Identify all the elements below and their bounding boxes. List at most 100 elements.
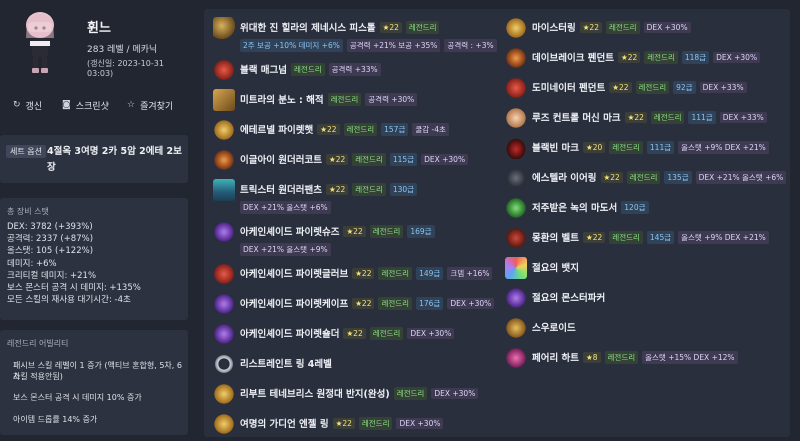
refresh-button[interactable]: ↻ 갱신 [13,96,42,114]
star-icon: ☆ [127,100,136,110]
set-effect-text: 4절옥 3여명 2카 5암 2에테 2보장 [47,146,182,173]
emblem-icon [213,89,235,111]
total-stats-lines: DEX: 3782 (+393%) 공격력: 2337 (+87%) 올스탯: … [7,221,141,306]
option-badge: DEX +30% [431,387,479,399]
favorite-label: 즐겨찾기 [140,101,174,112]
star-force-badge: ★22 [325,153,349,165]
equipment-item[interactable]: 몽환의 벨트 ★22 레전드리 145급 올스탯 +9% DEX +21% [505,227,790,251]
equipment-item[interactable]: 여명의 가디언 엔젤 링 ★22 레전드리 DEX +30% [213,413,503,437]
equipment-item[interactable]: 미트라의 분노 : 해적 레전드리 공격력 +30% [213,89,503,113]
coat-icon [213,149,235,171]
legendary-option: 아이템 드롭률 14% 증가 [13,415,98,424]
potential-grade-badge: 레전드리 [378,266,413,280]
item-name: 스우로이드 [532,323,576,334]
equipment-item[interactable]: 도미네이터 펜던트 ★22 레전드리 92급 DEX +33% [505,77,790,101]
grade-badge: 135급 [664,170,692,184]
equipment-item[interactable]: 절요의 뱃지 [505,257,790,281]
item-name: 절요의 뱃지 [532,263,580,274]
star-force-badge: ★8 [583,351,601,363]
item-name: 리스트레인트 링 4레벨 [240,359,332,370]
potential-grade-badge: 레전드리 [378,296,413,310]
equipment-item[interactable]: 아케인셰이드 파이렛글러브 ★22 레전드리 149급 크뎀 +16% [213,263,503,287]
potential-grade-badge: 레전드리 [352,152,386,166]
equipment-item[interactable]: 에스텔라 이어링 ★22 레전드리 135급 DEX +21% 올스탯 +6% [505,167,790,191]
star-force-badge: ★22 [579,21,602,33]
star-force-badge: ★22 [583,231,606,243]
potential-grade-badge: 레전드리 [650,110,685,124]
equipment-item[interactable]: 스우로이드 [505,317,790,341]
pants-icon [213,179,235,201]
item-name: 리부트 테네브리스 원정대 반지(완성) [240,389,390,400]
item-name: 여명의 가디언 엔젤 링 [240,419,329,430]
equipment-item[interactable]: 절요의 몬스터파커 [505,287,790,311]
equipment-item[interactable]: 블랙 매그넘 레전드리 공격력 +33% [213,59,503,83]
equipment-list-panel: 위대한 진 힐라의 제네시스 피스톨 ★22 레전드리 2주 보공 +10% 데… [204,9,790,437]
glove-icon [213,263,235,285]
potential-grade-badge: 레전드리 [352,182,386,196]
option-badge: 공격력 +33% [328,62,381,76]
item-name: 데이브레이크 펜던트 [532,53,614,64]
potential-grade-badge: 레전드리 [605,20,640,34]
grade-badge: 118급 [681,50,710,64]
item-name: 에테르넬 파이렛햇 [240,125,314,136]
option-badge: 올스탯 +9% DEX +21% [678,230,769,244]
equipment-item[interactable]: 마이스터링 ★22 레전드리 DEX +30% [505,17,790,41]
equipment-item[interactable]: 리스트레인트 링 4레벨 [213,353,503,377]
parka-icon [505,287,527,309]
equipment-item[interactable]: 아케인셰이드 파이렛숄더 ★22 레전드리 DEX +30% [213,323,503,347]
option-badge: DEX +30% [713,51,761,63]
equipment-item[interactable]: 에테르넬 파이렛햇 ★22 레전드리 157급 쿨감 -4초 [213,119,503,143]
grade-badge: 176급 [416,296,444,310]
grade-badge: 111급 [688,110,716,124]
screenshot-button[interactable]: ◙ 스크린샷 [62,96,109,114]
item-name: 트릭스터 원더러팬츠 [240,185,322,196]
potential-grade-badge: 레전드리 [644,50,678,64]
item-name: 절요의 몬스터파커 [532,293,606,304]
meister-ring-icon [505,17,527,39]
equipment-item[interactable]: 트릭스터 원더러팬츠 ★22 레전드리 130급 DEX +21% 올스탯 +6… [213,179,503,223]
equipment-item[interactable]: 아케인셰이드 파이렛슈즈 ★22 레전드리 169급 DEX +21% 올스탯 … [213,221,503,265]
cape-icon [213,293,235,315]
item-name: 블랙 매그넘 [240,65,288,76]
grade-badge: 149급 [416,266,444,280]
item-name: 위대한 진 힐라의 제네시스 피스톨 [240,23,376,34]
angel-ring-icon [213,413,235,435]
equipment-item[interactable]: 저주받은 녹의 마도서 120급 [505,197,790,221]
star-force-badge: ★22 [343,327,366,339]
equipment-item[interactable]: 리부트 테네브리스 원정대 반지(완성) 레전드리 DEX +30% [213,383,503,407]
potential-grade-badge: 레전드리 [635,80,670,94]
equipment-item[interactable]: 루즈 컨트롤 머신 마크 ★22 레전드리 111급 DEX +33% [505,107,790,131]
grimoire-icon [505,197,527,219]
grade-badge: 120급 [621,200,649,214]
character-level-class: 283 레벨 / 메카닉 [87,45,158,55]
star-force-badge: ★22 [379,21,402,33]
character-profile: 휜느 283 레벨 / 메카닉 (갱신일: 2023-10-31 03:03) [0,0,190,92]
option-badge: DEX +30% [447,297,495,309]
magnum-icon [213,59,235,81]
equipment-item[interactable]: 위대한 진 힐라의 제네시스 피스톨 ★22 레전드리 2주 보공 +10% 데… [213,17,503,61]
equipment-item[interactable]: 페어리 하트 ★8 레전드리 올스탯 +15% DEX +12% [505,347,790,371]
item-name: 도미네이터 펜던트 [532,83,606,94]
character-sidebar: 휜느 283 레벨 / 메카닉 (갱신일: 2023-10-31 03:03) … [0,0,190,441]
camera-icon: ◙ [62,100,71,110]
item-name: 에스텔라 이어링 [532,173,597,184]
item-name: 블랙빈 마크 [532,143,580,154]
star-force-badge: ★22 [617,51,641,63]
option-badge: DEX +30% [396,417,444,429]
option-badge: 올스탯 +9% DEX +21% [678,140,769,154]
equipment-item[interactable]: 데이브레이크 펜던트 ★22 레전드리 118급 DEX +30% [505,47,790,71]
item-name: 마이스터링 [532,23,576,34]
equipment-item[interactable]: 블랙빈 마크 ★20 레전드리 111급 올스탯 +9% DEX +21% [505,137,790,161]
equipment-item[interactable]: 아케인셰이드 파이렛케이프 ★22 레전드리 176급 DEX +30% [213,293,503,317]
screenshot-label: 스크린샷 [75,101,109,112]
option-badge: DEX +30% [407,327,455,339]
star-force-badge: ★22 [325,183,349,195]
potential-grade-badge: 레전드리 [405,20,440,34]
favorite-button[interactable]: ☆ 즐겨찾기 [127,96,173,114]
stat-line: 보스 몬스터 공격 시 데미지: +135% [7,283,141,294]
pendant-icon [505,47,527,69]
equipment-item[interactable]: 이글아이 원더러코트 ★22 레전드리 115급 DEX +30% [213,149,503,173]
grade-badge: 92급 [673,80,696,94]
set-effect-label: 세트 옵션 [6,145,46,158]
option-badge: 쿨감 -4초 [412,122,449,136]
